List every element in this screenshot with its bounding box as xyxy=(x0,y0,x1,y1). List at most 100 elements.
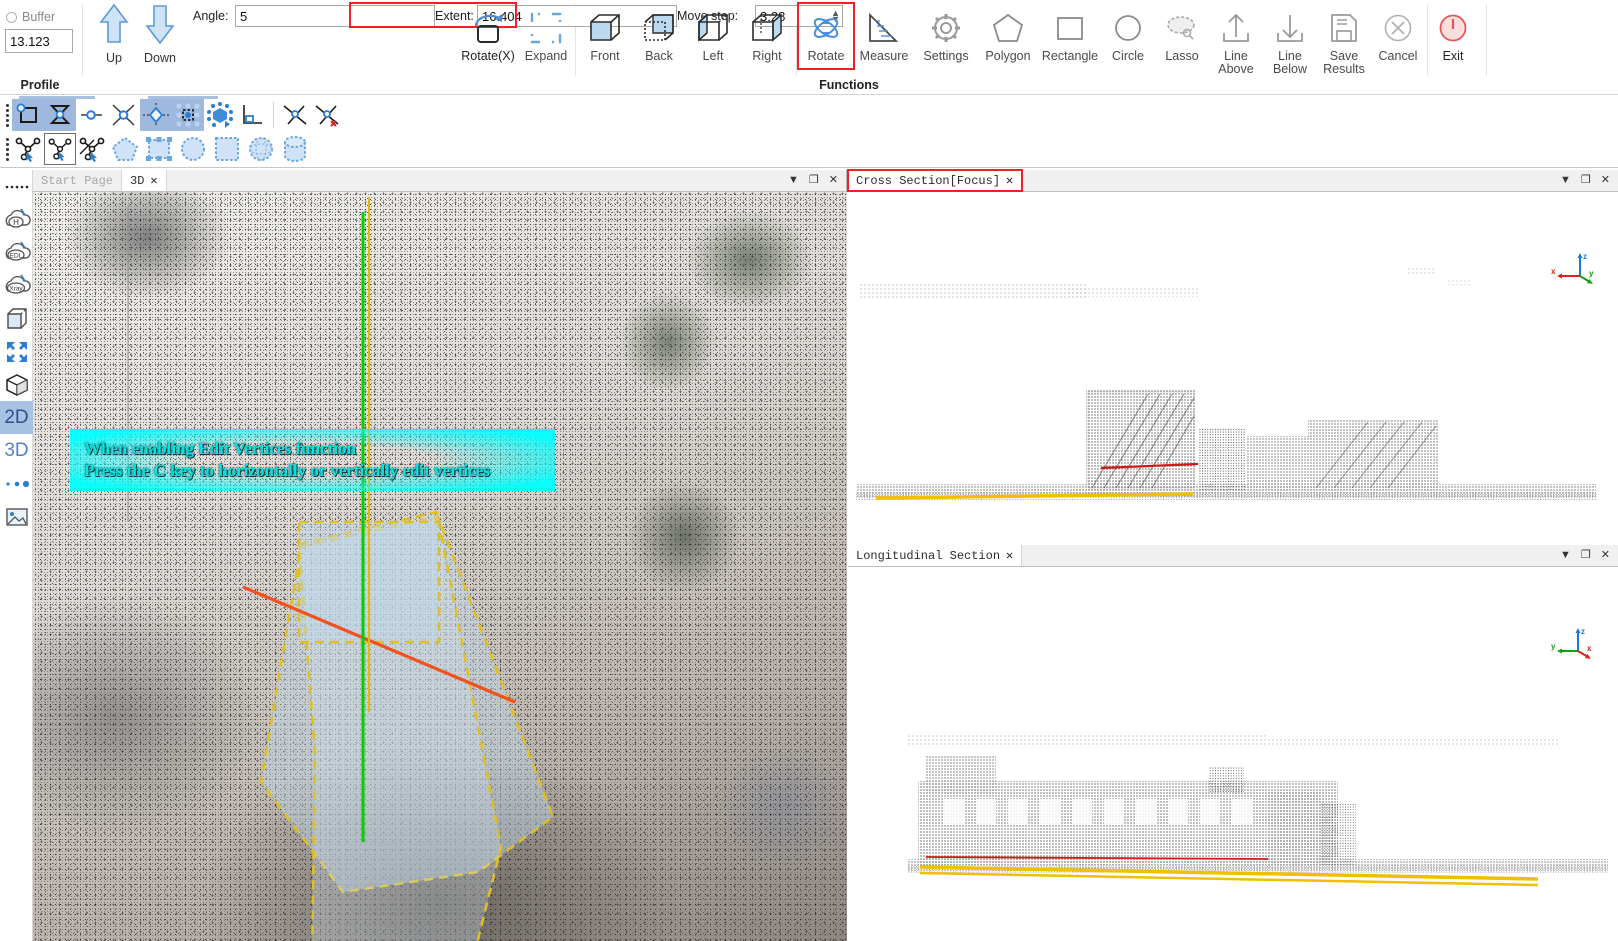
lasso-icon xyxy=(1163,6,1201,50)
sphere-select-icon[interactable] xyxy=(244,133,278,165)
tab-start-page[interactable]: Start Page xyxy=(33,170,123,191)
left-view-button[interactable]: Left xyxy=(686,0,740,63)
tab-longitudinal-section[interactable]: Longitudinal Section ✕ xyxy=(848,545,1023,566)
lasso-label: Lasso xyxy=(1165,49,1199,63)
right-view-button[interactable]: Right xyxy=(740,0,794,63)
graph-box-select-icon[interactable] xyxy=(44,133,76,165)
point-size-icon[interactable] xyxy=(0,467,33,500)
move-vertex-icon[interactable] xyxy=(140,99,172,131)
chevron-down-icon[interactable]: ▼ xyxy=(788,175,799,186)
rectangle-button[interactable]: Rectangle xyxy=(1039,0,1101,63)
svg-text:y: y xyxy=(1589,269,1594,278)
select-rect-icon[interactable] xyxy=(12,99,44,131)
down-label: Down xyxy=(144,51,176,65)
graph-cut-icon[interactable] xyxy=(76,133,108,165)
graph-select-icon[interactable] xyxy=(12,133,44,165)
axis-gizmo-cross-section: z x y xyxy=(1551,252,1594,284)
line-above-button[interactable]: Line Above xyxy=(1209,0,1263,76)
ribbon-separator xyxy=(82,4,83,76)
longitudinal-section-canvas[interactable]: z y x xyxy=(848,567,1618,941)
svg-text:y: y xyxy=(1551,642,1556,651)
pointcloud-3d-canvas[interactable]: When enabling Edit Vertices function Pre… xyxy=(33,192,847,941)
rectangle-label: Rectangle xyxy=(1041,49,1099,63)
close-icon[interactable]: ✕ xyxy=(1601,550,1610,561)
screenshot-icon[interactable] xyxy=(0,500,33,533)
cube-view-icon[interactable] xyxy=(0,368,33,401)
radio-icon[interactable] xyxy=(6,11,17,23)
front-view-label: Front xyxy=(590,49,620,63)
right-view-label: Right xyxy=(752,49,782,63)
panel-cross-section: Cross Section[Focus] ✕ ▼ ❐ ✕ z x y xyxy=(846,169,1618,542)
shading-xray-icon[interactable]: Xray xyxy=(0,269,33,302)
toolbar-drag-handle[interactable] xyxy=(2,100,12,130)
cylinder-select-icon[interactable] xyxy=(278,133,312,165)
close-icon[interactable]: ✕ xyxy=(150,173,157,188)
angle-input[interactable]: 5 xyxy=(235,5,435,27)
restore-icon[interactable]: ❐ xyxy=(809,175,819,186)
exit-button[interactable]: Exit xyxy=(1430,0,1476,63)
polygon-label: Polygon xyxy=(985,49,1031,63)
close-icon[interactable]: ✕ xyxy=(1601,175,1610,186)
buffer-radio-row[interactable]: Buffer xyxy=(0,10,73,24)
front-view-button[interactable]: Front xyxy=(578,0,632,63)
svg-text:EDL: EDL xyxy=(9,252,22,259)
ribbon-toolbar: Buffer 13.123 Profile Up Down Angle: 5 E… xyxy=(0,0,1618,95)
tab-3d[interactable]: 3D ✕ xyxy=(122,170,167,191)
axis-gizmo-longitudinal-section: z y x xyxy=(1551,627,1592,659)
close-icon[interactable]: ✕ xyxy=(1006,173,1013,188)
settings-button[interactable]: Settings xyxy=(915,0,977,63)
tab-cross-section[interactable]: Cross Section[Focus] ✕ xyxy=(846,169,1024,192)
rotate-button[interactable]: Rotate xyxy=(799,0,853,63)
view-2d-toggle[interactable]: 2D xyxy=(0,401,33,434)
polygon-select-icon[interactable] xyxy=(108,133,142,165)
cross-section-canvas[interactable]: z x y xyxy=(848,192,1618,542)
perpendicular-delete-icon[interactable] xyxy=(311,99,343,131)
cube-left-icon xyxy=(693,6,733,50)
close-icon[interactable]: ✕ xyxy=(1006,548,1013,563)
buffer-input[interactable]: 13.123 xyxy=(5,29,73,53)
rotate-points-icon[interactable] xyxy=(204,99,236,131)
line-below-button[interactable]: Line Below xyxy=(1263,0,1317,76)
save-icon xyxy=(1327,6,1361,50)
down-button[interactable]: Down xyxy=(139,2,181,65)
chevron-down-icon[interactable]: ▼ xyxy=(1560,175,1571,186)
circle-select-icon[interactable] xyxy=(176,133,210,165)
measure-button[interactable]: Measure xyxy=(853,0,915,63)
circle-button[interactable]: Circle xyxy=(1101,0,1155,63)
bounding-box-icon[interactable] xyxy=(0,302,33,335)
corner-snap-icon[interactable] xyxy=(236,99,268,131)
restore-icon[interactable]: ❐ xyxy=(1581,175,1591,186)
cross-node-icon[interactable] xyxy=(108,99,140,131)
panel-longitudinal-section: Longitudinal Section ✕ ▼ ❐ ✕ z y x xyxy=(848,545,1618,941)
longitudinal-section-tabbar: Longitudinal Section ✕ ▼ ❐ ✕ xyxy=(848,545,1618,567)
expand-button[interactable]: Expand xyxy=(519,0,573,63)
toolbar-drag-handle-2[interactable] xyxy=(2,134,12,164)
polygon-button[interactable]: Polygon xyxy=(977,0,1039,63)
cancel-button[interactable]: Cancel xyxy=(1371,0,1425,63)
edit-vertices-icon[interactable] xyxy=(172,99,204,131)
rect-handles-select-icon[interactable] xyxy=(142,133,176,165)
chevron-down-icon[interactable]: ▼ xyxy=(1560,550,1571,561)
save-results-button[interactable]: Save Results xyxy=(1317,0,1371,76)
view-3d-toggle[interactable]: 3D xyxy=(0,434,33,467)
select-hourglass-icon[interactable] xyxy=(44,99,76,131)
close-icon[interactable]: ✕ xyxy=(829,175,838,186)
up-label: Up xyxy=(106,51,122,65)
panel-3d-window-controls: ▼ ❐ ✕ xyxy=(780,170,846,191)
fit-view-icon[interactable] xyxy=(0,335,33,368)
back-view-button[interactable]: Back xyxy=(632,0,686,63)
shading-h-icon[interactable]: H xyxy=(0,203,33,236)
rotate-x-button[interactable]: Rotate(X) xyxy=(457,0,519,63)
line-below-icon xyxy=(1272,6,1308,50)
perpendicular-icon[interactable] xyxy=(279,99,311,131)
square-select-icon[interactable] xyxy=(210,133,244,165)
line-node-icon[interactable] xyxy=(76,99,108,131)
rotate-x-label: Rotate(X) xyxy=(461,49,515,63)
restore-icon[interactable]: ❐ xyxy=(1581,550,1591,561)
toolbar-sep-1 xyxy=(273,102,274,128)
up-button[interactable]: Up xyxy=(93,2,135,65)
shading-edl-icon[interactable]: EDL xyxy=(0,236,33,269)
drag-handle-icon[interactable] xyxy=(0,170,33,203)
pentagon-icon xyxy=(990,6,1026,50)
lasso-button[interactable]: Lasso xyxy=(1155,0,1209,63)
